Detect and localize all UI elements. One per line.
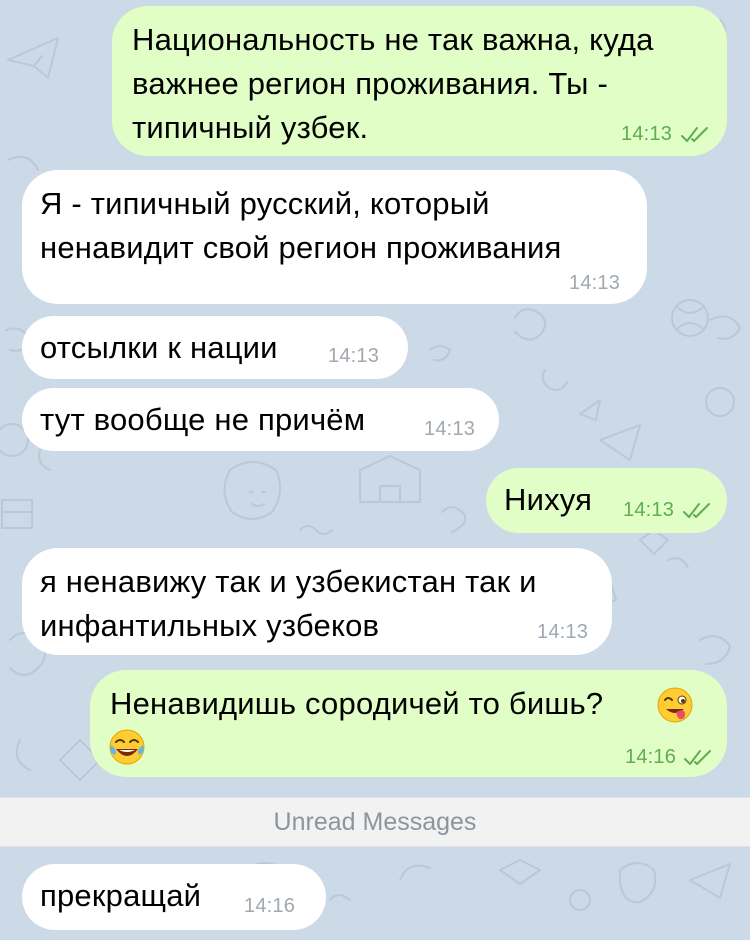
double-check-icon xyxy=(681,127,708,142)
double-check-icon xyxy=(683,503,710,518)
message-time: 14:16 xyxy=(244,895,296,917)
unread-messages-divider: Unread Messages xyxy=(0,797,750,847)
message-bubble-outgoing[interactable]: Национальность не так важна, куда важнее… xyxy=(112,6,727,156)
message-time: 14:13 xyxy=(328,345,380,367)
winking-face-with-tongue-emoji xyxy=(657,687,693,723)
message-text: прекращай xyxy=(40,878,202,913)
message-time: 14:13 xyxy=(621,123,673,145)
message-text: тут вообще не причём xyxy=(40,402,366,437)
message-bubble-incoming[interactable]: тут вообще не причём 14:13 xyxy=(22,388,499,451)
message-bubble-incoming[interactable]: отсылки к нации 14:13 xyxy=(22,316,408,379)
message-time: 14:13 xyxy=(569,272,621,294)
message-text: Нихуя xyxy=(504,482,593,517)
message-bubble-incoming[interactable]: я ненавижу так и узбекистан так и инфант… xyxy=(22,548,612,655)
chat-area[interactable]: Национальность не так важна, куда важнее… xyxy=(0,0,750,940)
message-text: Ненавидишь сородичей то бишь? xyxy=(110,686,604,721)
message-text: я ненавижу так и узбекистан так и инфант… xyxy=(40,564,537,643)
message-bubble-incoming[interactable]: прекращай 14:16 xyxy=(22,864,326,930)
message-text: Я - типичный русский, который ненавидит … xyxy=(40,186,562,265)
message-time: 14:13 xyxy=(623,499,675,521)
message-bubble-outgoing[interactable]: Нихуя 14:13 xyxy=(486,468,727,533)
message-time: 14:13 xyxy=(424,418,476,440)
message-time: 14:16 xyxy=(625,746,677,768)
message-bubble-outgoing[interactable]: Ненавидишь сородичей то бишь? 14:16 xyxy=(90,670,727,777)
message-bubble-incoming[interactable]: Я - типичный русский, который ненавидит … xyxy=(22,170,647,304)
message-text: отсылки к нации xyxy=(40,330,278,365)
message-time: 14:13 xyxy=(537,621,589,643)
face-with-tears-of-joy-emoji xyxy=(109,729,145,765)
double-check-icon xyxy=(684,750,711,765)
message-text: Национальность не так важна, куда важнее… xyxy=(132,22,654,145)
